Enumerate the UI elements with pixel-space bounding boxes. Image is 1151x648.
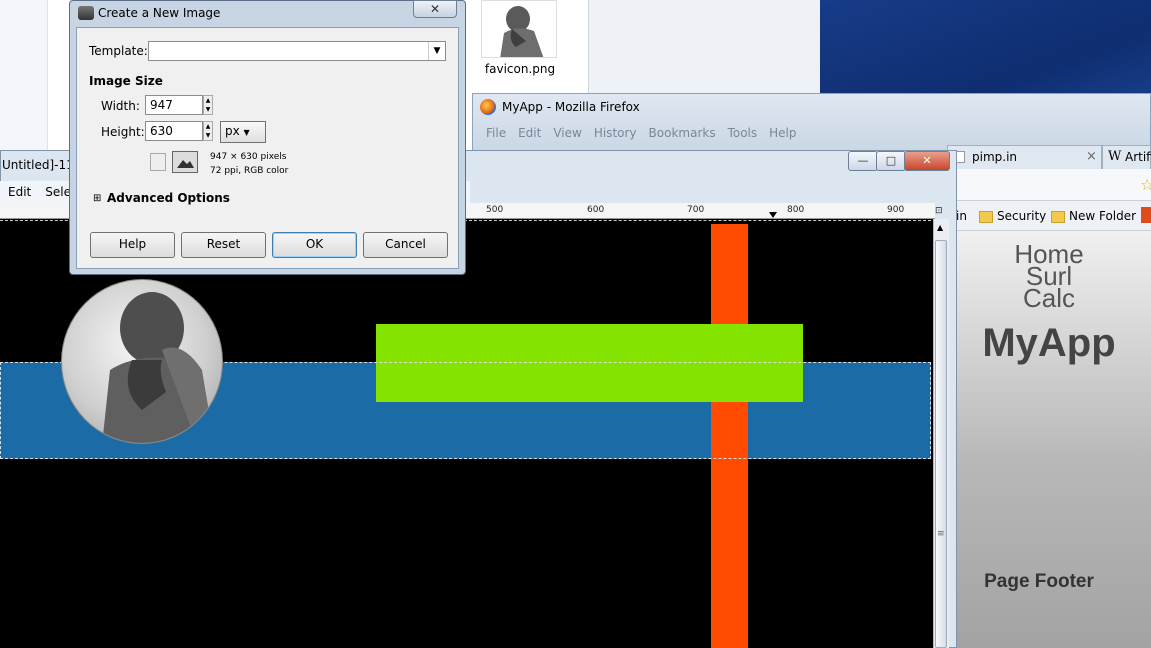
thinker-statue-icon xyxy=(102,292,212,443)
gimp-window-controls: — □ ✕ xyxy=(848,151,950,171)
help-button[interactable]: Help xyxy=(90,232,175,258)
gimp-wilber-icon xyxy=(78,6,94,20)
ruler-tick: 800 xyxy=(787,205,805,215)
image-dimensions-info: 947 × 630 pixels xyxy=(210,152,287,162)
menu-file[interactable]: File xyxy=(486,126,506,140)
statue-image-icon xyxy=(61,279,223,444)
template-label: Template: xyxy=(89,44,148,58)
browser-tab-wikipedia[interactable]: W Artifi xyxy=(1102,145,1151,169)
menu-edit[interactable]: Edit xyxy=(8,185,31,199)
statue-icon xyxy=(482,1,556,57)
dialog-title: Create a New Image xyxy=(98,6,221,20)
ruler-pointer-icon xyxy=(769,212,777,218)
explorer-sidebar xyxy=(0,0,48,150)
width-label: Width: xyxy=(101,99,140,113)
nav-link-calc[interactable]: Calc xyxy=(947,285,1151,311)
image-resolution-info: 72 ppi, RGB color xyxy=(210,166,289,176)
dialog-close-icon[interactable]: ✕ xyxy=(413,0,457,18)
browser-tab-pimp[interactable]: pimp.in × xyxy=(947,145,1102,169)
wikipedia-icon: W xyxy=(1108,149,1122,164)
menu-view[interactable]: View xyxy=(553,126,581,140)
grip-icon: ≡ xyxy=(937,529,945,539)
reset-button[interactable]: Reset xyxy=(181,232,266,258)
folder-icon xyxy=(1051,210,1065,223)
unit-select[interactable]: px ▼ xyxy=(220,121,266,143)
width-spinner[interactable]: ▲ ▼ xyxy=(203,95,213,115)
page-title: MyApp xyxy=(982,321,1116,365)
tab-label: pimp.in xyxy=(972,150,1018,164)
scroll-up-icon[interactable]: ▲ xyxy=(937,223,943,232)
tab-label: Artifi xyxy=(1125,150,1151,164)
ruler-tick: 700 xyxy=(687,205,705,215)
bookmark-icon[interactable] xyxy=(1141,207,1151,223)
firefox-icon xyxy=(480,99,496,115)
favicon-thumbnail[interactable] xyxy=(481,0,557,58)
landscape-icon[interactable] xyxy=(172,151,198,173)
menu-tools[interactable]: Tools xyxy=(728,126,758,140)
maximize-icon[interactable]: □ xyxy=(876,151,906,171)
webpage-content: Home Surl Calc MyApp Page Footer xyxy=(947,231,1151,648)
width-input[interactable]: 947 xyxy=(145,95,203,115)
tab-close-icon[interactable]: × xyxy=(1086,149,1097,164)
minimize-icon[interactable]: — xyxy=(848,151,878,171)
bookmark-star-icon[interactable]: ☆ xyxy=(1140,175,1151,194)
chevron-down-icon: ▼ xyxy=(243,128,250,137)
folder-icon xyxy=(979,210,993,223)
scrollbar-thumb[interactable]: ≡ xyxy=(935,240,947,648)
expand-icon[interactable]: ⊞ xyxy=(93,193,101,204)
ok-button[interactable]: OK xyxy=(272,232,357,258)
height-input[interactable]: 630 xyxy=(145,121,203,141)
menu-bookmarks[interactable]: Bookmarks xyxy=(649,126,716,140)
menu-history[interactable]: History xyxy=(594,126,637,140)
page-footer: Page Footer xyxy=(984,571,1094,592)
cancel-button[interactable]: Cancel xyxy=(363,232,448,258)
ruler-tick: 500 xyxy=(486,205,504,215)
bookmarks-toolbar: in Security New Folder xyxy=(947,201,1151,231)
close-icon[interactable]: ✕ xyxy=(904,151,950,171)
chevron-down-icon[interactable]: ▼ xyxy=(428,42,445,60)
portrait-icon[interactable] xyxy=(150,153,166,171)
advanced-options-toggle[interactable]: Advanced Options xyxy=(107,191,230,205)
favicon-filename: favicon.png xyxy=(484,62,556,76)
firefox-navbar: ☆ xyxy=(947,169,1151,201)
ruler-tick: 900 xyxy=(887,205,905,215)
bookmark-folder-new[interactable]: New Folder xyxy=(1051,209,1136,223)
firefox-title: MyApp - Mozilla Firefox xyxy=(502,100,640,114)
menu-help[interactable]: Help xyxy=(769,126,796,140)
horizontal-ruler[interactable]: 500 600 700 800 900 ⊡ xyxy=(470,203,943,219)
image-size-heading: Image Size xyxy=(89,74,163,88)
bookmark-folder-security[interactable]: Security xyxy=(979,209,1046,223)
bookmark-item[interactable]: in xyxy=(956,209,967,223)
zoom-icon[interactable]: ⊡ xyxy=(935,206,943,216)
height-spinner[interactable]: ▲ ▼ xyxy=(203,121,213,141)
landscape-glyph-icon xyxy=(177,160,194,168)
height-label: Height: xyxy=(101,125,145,139)
template-combobox[interactable] xyxy=(148,41,446,61)
ruler-tick: 600 xyxy=(587,205,605,215)
menu-edit[interactable]: Edit xyxy=(518,126,541,140)
firefox-menubar: File Edit View History Bookmarks Tools Help xyxy=(486,126,809,140)
